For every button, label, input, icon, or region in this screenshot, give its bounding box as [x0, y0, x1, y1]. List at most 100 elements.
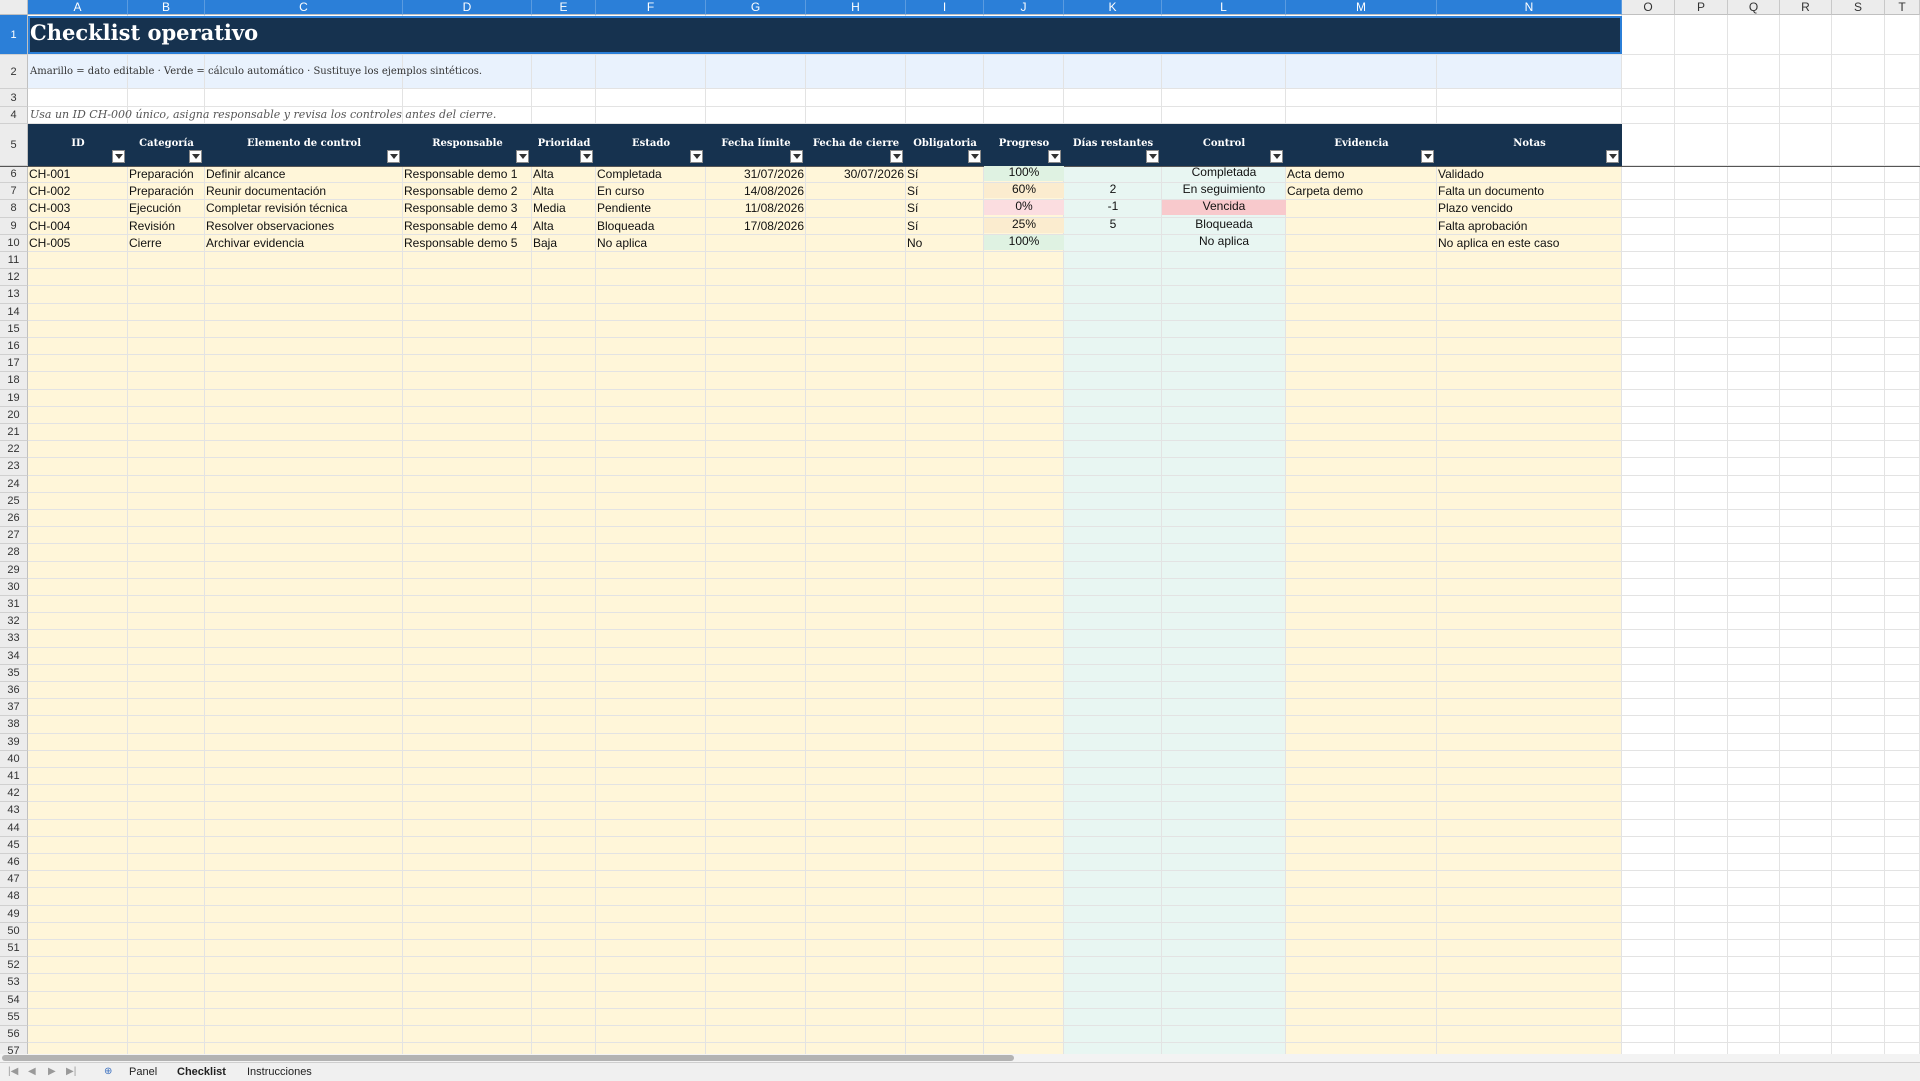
row-header[interactable]: 20	[0, 406, 28, 424]
cell-categoria[interactable]: Ejecución	[128, 200, 205, 217]
last-sheet-icon[interactable]: ▶|	[66, 1066, 76, 1077]
cell-fecha_limite[interactable]: 31/07/2026	[706, 166, 806, 183]
cell-categoria[interactable]: Preparación	[128, 183, 205, 200]
spreadsheet-grid[interactable]: ABCDEFGHIJKLMNOPQRST 1 2 3 4 5 6 7 8 9 10 11 12 13 14…	[0, 0, 1920, 1054]
row-header[interactable]: 2	[0, 55, 28, 89]
filter-dropdown-icon[interactable]	[580, 150, 593, 163]
cell-estado[interactable]: Completada	[596, 166, 706, 183]
column-header-t[interactable]: T	[1885, 0, 1920, 15]
column-header-i[interactable]: I	[906, 0, 984, 15]
row-header[interactable]: 39	[0, 733, 28, 751]
column-header-b[interactable]: B	[128, 0, 205, 15]
row-header[interactable]: 25	[0, 492, 28, 510]
cell-elemento[interactable]: Reunir documentación	[205, 183, 403, 200]
cell-id[interactable]: CH-001	[28, 166, 128, 183]
filter-dropdown-icon[interactable]	[790, 150, 803, 163]
cell-control[interactable]: No aplica	[1162, 233, 1286, 250]
row-header[interactable]: 46	[0, 854, 28, 872]
row-header[interactable]: 26	[0, 510, 28, 528]
cell-prioridad[interactable]: Baja	[532, 235, 596, 252]
column-header-s[interactable]: S	[1832, 0, 1885, 15]
cell-categoria[interactable]: Preparación	[128, 166, 205, 183]
row-header[interactable]: 42	[0, 785, 28, 803]
filter-dropdown-icon[interactable]	[1421, 150, 1434, 163]
row-header[interactable]: 32	[0, 613, 28, 631]
row-header[interactable]: 17	[0, 355, 28, 373]
row-header[interactable]: 43	[0, 802, 28, 820]
cell-progreso[interactable]: 100%	[984, 233, 1064, 250]
filter-dropdown-icon[interactable]	[1048, 150, 1061, 163]
cell-elemento[interactable]: Archivar evidencia	[205, 235, 403, 252]
column-header-q[interactable]: Q	[1728, 0, 1780, 15]
cell-evidencia[interactable]: Carpeta demo	[1286, 183, 1437, 200]
select-all-corner[interactable]	[0, 0, 28, 15]
cell-responsable[interactable]: Responsable demo 2	[403, 183, 532, 200]
cell-progreso[interactable]: 100%	[984, 164, 1064, 181]
row-header[interactable]: 56	[0, 1026, 28, 1044]
row-header[interactable]: 53	[0, 974, 28, 992]
column-header-j[interactable]: J	[984, 0, 1064, 15]
cell-obligatoria[interactable]: Sí	[906, 218, 984, 235]
cell-obligatoria[interactable]: No	[906, 235, 984, 252]
cell-estado[interactable]: Pendiente	[596, 200, 706, 217]
cell-responsable[interactable]: Responsable demo 5	[403, 235, 532, 252]
filter-dropdown-icon[interactable]	[690, 150, 703, 163]
column-header-l[interactable]: L	[1162, 0, 1286, 15]
row-header[interactable]: 37	[0, 699, 28, 717]
row-header[interactable]: 7	[0, 183, 28, 201]
row-header[interactable]: 29	[0, 561, 28, 579]
cell-notas[interactable]: Falta aprobación	[1437, 218, 1622, 235]
cell-progreso[interactable]: 25%	[984, 216, 1064, 233]
cell-fecha_cierre[interactable]: 30/07/2026	[806, 166, 906, 183]
cell-prioridad[interactable]: Alta	[532, 183, 596, 200]
row-header[interactable]: 16	[0, 338, 28, 356]
column-header-m[interactable]: M	[1286, 0, 1437, 15]
column-header-n[interactable]: N	[1437, 0, 1622, 15]
column-header-e[interactable]: E	[532, 0, 596, 15]
horizontal-scrollbar-thumb[interactable]	[2, 1055, 1014, 1061]
column-header-d[interactable]: D	[403, 0, 532, 15]
cell-categoria[interactable]: Revisión	[128, 218, 205, 235]
cell-notas[interactable]: Validado	[1437, 166, 1622, 183]
cell-fecha_limite[interactable]: 17/08/2026	[706, 218, 806, 235]
filter-dropdown-icon[interactable]	[112, 150, 125, 163]
row-header[interactable]: 5	[0, 124, 28, 166]
cell-estado[interactable]: En curso	[596, 183, 706, 200]
cell-control[interactable]: Vencida	[1162, 198, 1286, 215]
cell-estado[interactable]: No aplica	[596, 235, 706, 252]
cell-obligatoria[interactable]: Sí	[906, 183, 984, 200]
first-sheet-icon[interactable]: |◀	[8, 1066, 18, 1077]
cell-id[interactable]: CH-005	[28, 235, 128, 252]
row-header[interactable]: 13	[0, 286, 28, 304]
column-header-r[interactable]: R	[1780, 0, 1832, 15]
cell-categoria[interactable]: Cierre	[128, 235, 205, 252]
cell-control[interactable]: Completada	[1162, 164, 1286, 181]
cell-dias[interactable]: 2	[1064, 181, 1162, 198]
filter-dropdown-icon[interactable]	[387, 150, 400, 163]
row-header[interactable]: 50	[0, 922, 28, 940]
row-header[interactable]: 22	[0, 441, 28, 459]
row-header[interactable]: 6	[0, 166, 28, 184]
row-header[interactable]: 55	[0, 1008, 28, 1026]
filter-dropdown-icon[interactable]	[189, 150, 202, 163]
cell-prioridad[interactable]: Media	[532, 200, 596, 217]
cell-responsable[interactable]: Responsable demo 1	[403, 166, 532, 183]
tab-instrucciones[interactable]: Instrucciones	[247, 1064, 312, 1080]
row-header[interactable]: 12	[0, 269, 28, 287]
row-header[interactable]: 45	[0, 836, 28, 854]
row-header[interactable]: 35	[0, 664, 28, 682]
cell-id[interactable]: CH-002	[28, 183, 128, 200]
row-header[interactable]: 9	[0, 217, 28, 235]
row-header[interactable]: 18	[0, 372, 28, 390]
row-header[interactable]: 19	[0, 389, 28, 407]
cell-id[interactable]: CH-004	[28, 218, 128, 235]
cell-prioridad[interactable]: Alta	[532, 218, 596, 235]
cell-control[interactable]: Bloqueada	[1162, 216, 1286, 233]
cell-notas[interactable]: No aplica en este caso	[1437, 235, 1622, 252]
cell-elemento[interactable]: Completar revisión técnica	[205, 200, 403, 217]
row-header[interactable]: 38	[0, 716, 28, 734]
cell-fecha_limite[interactable]: 11/08/2026	[706, 200, 806, 217]
column-header-f[interactable]: F	[596, 0, 706, 15]
column-header-a[interactable]: A	[28, 0, 128, 15]
row-header[interactable]: 1	[0, 15, 28, 55]
